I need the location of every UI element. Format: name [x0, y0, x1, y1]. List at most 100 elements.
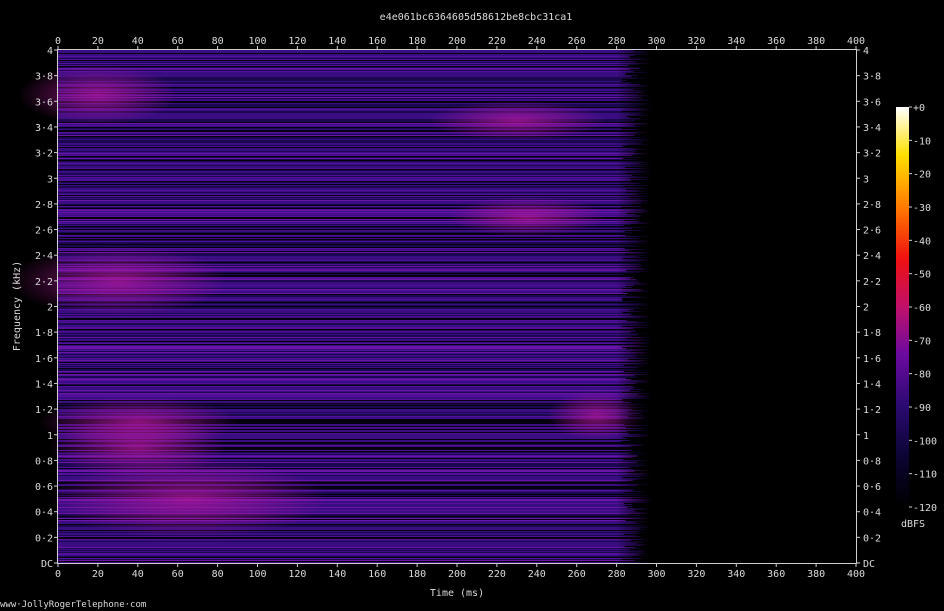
- spectrogram-row: [58, 350, 648, 351]
- x-tick-label: 120: [288, 36, 306, 47]
- spectrogram-row: [58, 151, 639, 152]
- spectrogram-row: [58, 179, 655, 180]
- y-tick-label: 1·8: [863, 328, 881, 339]
- spectrogram-row: [58, 355, 660, 356]
- spectrogram-row: [58, 174, 658, 175]
- spectrogram-row: [58, 236, 659, 237]
- spectrogram-row: [58, 172, 658, 173]
- y-tick-label: 2: [47, 303, 53, 314]
- spectrogram-row: [58, 56, 630, 57]
- spectrogram-row: [58, 145, 627, 146]
- spectrogram-row: [58, 354, 636, 355]
- x-tick-label: 0: [55, 36, 61, 47]
- spectrogram-row: [58, 186, 624, 187]
- y-axis-label: Frequency (kHz): [12, 261, 23, 351]
- x-tick-label: 60: [172, 569, 184, 580]
- spectrogram-row: [58, 322, 646, 323]
- spectrogram-row: [58, 392, 623, 393]
- x-tick-label: 160: [368, 36, 386, 47]
- spectrogram-row: [58, 551, 645, 552]
- spectrogram-row: [58, 359, 629, 360]
- x-tick-label: 340: [727, 569, 745, 580]
- spectrogram-row: [58, 349, 653, 350]
- x-tick-label: 340: [727, 36, 745, 47]
- y-tick-label: 0·6: [863, 482, 881, 493]
- colorbar-tick-label: -110: [913, 470, 937, 481]
- x-tick-label: 240: [528, 569, 546, 580]
- spectrogram-row: [58, 164, 658, 165]
- y-tick-label: 3·2: [35, 149, 53, 160]
- spectrogram-row: [58, 192, 627, 193]
- spectrogram-row: [58, 353, 651, 354]
- x-tick-label: 60: [172, 36, 184, 47]
- spectrogram-row: [58, 170, 655, 171]
- spectrogram-row: [58, 194, 639, 195]
- footer-credit: www·JollyRogerTelephone·com: [0, 600, 146, 610]
- spectrogram-row: [58, 346, 661, 347]
- spectrogram-row: [58, 379, 631, 380]
- x-axis-bottom: 0 20 40 60 80 100 120 140 160 180 200 220 240 260 280 3…: [55, 563, 865, 580]
- spectrogram-row: [58, 68, 641, 69]
- spectrogram-row: [58, 142, 643, 143]
- x-axis-label: Time (ms): [430, 588, 484, 599]
- spectrogram-row: [58, 62, 637, 63]
- spectrogram-row: [58, 362, 649, 363]
- spectrogram-row: [58, 391, 641, 392]
- spectrogram-row: [58, 168, 652, 169]
- y-tick-label: 2·2: [35, 277, 53, 288]
- spectrogram-row: [58, 327, 662, 328]
- spectrogram-row: [58, 367, 639, 368]
- spectrogram-row: [58, 175, 633, 176]
- spectrogram-row: [58, 332, 631, 333]
- spectrogram-row: [58, 171, 660, 172]
- colorbar-tick-label: -80: [913, 370, 931, 381]
- spectrogram-row: [58, 334, 639, 335]
- y-tick-label: 2·4: [863, 251, 881, 262]
- colorbar-tick-label: -100: [913, 436, 937, 447]
- y-tick-label: 2·6: [35, 226, 53, 237]
- spectrogram-row: [58, 188, 647, 189]
- spectrogram-row: [58, 69, 631, 70]
- x-tick-label: 220: [488, 569, 506, 580]
- spectrogram-row: [58, 152, 635, 153]
- spectrogram-row: [58, 65, 629, 66]
- spectrogram-row: [58, 329, 628, 330]
- spectrogram-row: [58, 240, 650, 241]
- spectrogram-row: [58, 560, 635, 561]
- spectrogram-row: [58, 335, 639, 336]
- spectrogram-row: [58, 61, 637, 62]
- spectrogram-row: [58, 166, 647, 167]
- spectrogram-row: [58, 318, 654, 319]
- spectrogram-row: [58, 370, 643, 371]
- y-tick-label: 3·6: [863, 97, 881, 108]
- spectrogram-row: [58, 159, 637, 160]
- spectrogram-row: [58, 137, 661, 138]
- spectrogram-row: [58, 341, 634, 342]
- spectrogram-row: [58, 198, 659, 199]
- spectrogram-row: [58, 324, 658, 325]
- spectrogram-row: [58, 546, 625, 547]
- x-tick-label: 200: [448, 569, 466, 580]
- colorbar-tick-label: -40: [913, 236, 931, 247]
- signal-end-fade: [616, 50, 652, 563]
- y-tick-label: 1·4: [35, 379, 53, 390]
- spectrogram-row: [58, 377, 639, 378]
- spectrogram-row: [58, 181, 625, 182]
- x-tick-label: 220: [488, 36, 506, 47]
- spectrogram-row: [58, 381, 653, 382]
- x-tick-label: 180: [408, 569, 426, 580]
- spectrogram-hotspot: [37, 395, 238, 448]
- spectrogram-row: [58, 326, 623, 327]
- x-tick-label: 160: [368, 569, 386, 580]
- y-tick-label: 3·2: [863, 149, 881, 160]
- spectrogram-row: [58, 139, 661, 140]
- spectrogram-row: [58, 357, 658, 358]
- spectrogram-row: [58, 160, 658, 161]
- spectrogram-row: [58, 176, 656, 177]
- x-tick-label: 300: [647, 569, 665, 580]
- spectrogram-row: [58, 154, 638, 155]
- spectrogram-row: [58, 356, 638, 357]
- spectrogram-row: [58, 60, 641, 61]
- spectrogram-row: [58, 147, 642, 148]
- spectrogram-row: [58, 330, 636, 331]
